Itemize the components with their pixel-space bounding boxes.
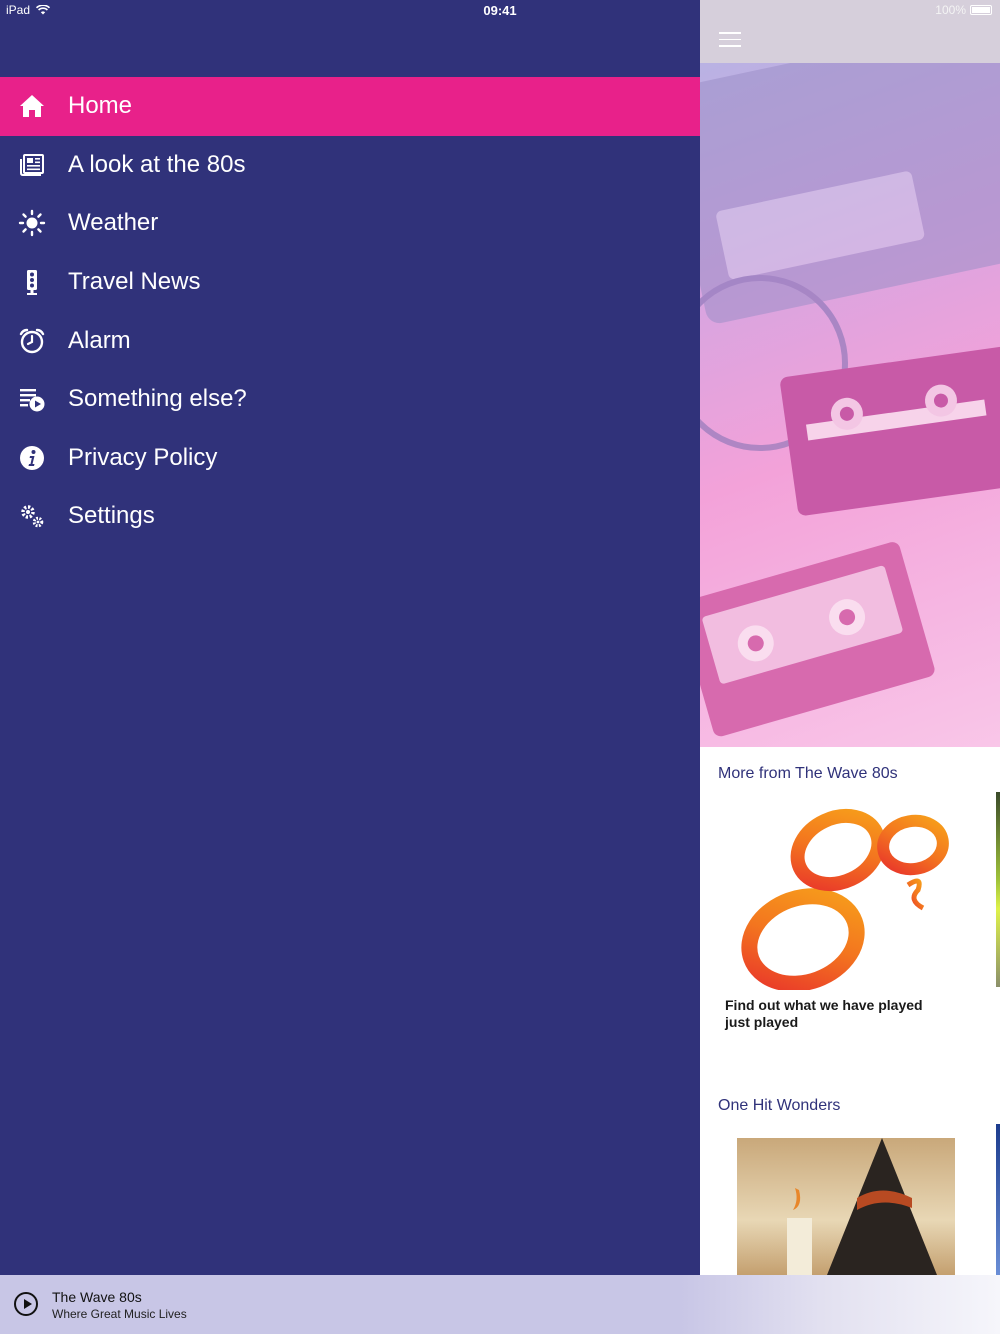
card-80s-logo[interactable] <box>718 790 968 992</box>
navigation-drawer: Home A look at the 80s Weather Travel Ne… <box>0 0 700 1275</box>
menu-item-label: Settings <box>68 502 155 530</box>
menu-item-something-else[interactable]: Something else? <box>0 370 700 429</box>
80s-logo-image <box>741 808 949 992</box>
menu-item-weather[interactable]: Weather <box>0 194 700 253</box>
menu-item-label: Alarm <box>68 326 131 354</box>
info-icon <box>0 444 68 472</box>
main-content: More from The Wave 80s Find out what we … <box>700 0 1000 1275</box>
menu-item-home[interactable]: Home <box>0 77 700 136</box>
card-caption: Find out what we have played just played <box>725 997 923 1030</box>
menu-toggle-icon[interactable] <box>719 32 741 48</box>
station-name: The Wave 80s <box>52 1289 142 1305</box>
alarm-clock-icon <box>0 327 68 355</box>
status-right: 100% <box>935 3 992 17</box>
menu-item-label: Something else? <box>68 385 247 413</box>
menu-item-privacy-policy[interactable]: Privacy Policy <box>0 429 700 488</box>
cassette-illustration <box>700 63 1000 737</box>
section-title-one-hit-wonders: One Hit Wonders <box>718 1097 841 1114</box>
traffic-light-icon <box>0 268 68 296</box>
menu-item-settings[interactable]: Settings <box>0 487 700 546</box>
play-icon[interactable] <box>14 1292 38 1316</box>
station-tagline: Where Great Music Lives <box>52 1307 187 1321</box>
menu-item-label: Home <box>68 92 133 120</box>
sun-icon <box>0 209 68 237</box>
menu-item-label: A look at the 80s <box>68 150 246 178</box>
menu-item-alarm[interactable]: Alarm <box>0 311 700 370</box>
playlist-icon <box>0 385 68 413</box>
gears-icon <box>0 502 68 530</box>
section-title-more: More from The Wave 80s <box>718 765 898 782</box>
news-icon <box>0 151 68 179</box>
next-album-peek <box>996 1124 1000 1275</box>
hero-image <box>700 63 1000 747</box>
battery-icon <box>970 5 992 15</box>
menu-item-travel-news[interactable]: Travel News <box>0 253 700 312</box>
menu-item-label: Privacy Policy <box>68 443 218 471</box>
menu-item-label: Travel News <box>68 268 201 296</box>
now-playing-bar: The Wave 80s Where Great Music Lives <box>0 1275 1000 1334</box>
status-time: 09:41 <box>483 3 517 18</box>
album-art-image <box>787 1138 937 1275</box>
next-card-peek <box>996 792 1000 987</box>
drawer-menu: Home A look at the 80s Weather Travel Ne… <box>0 77 700 546</box>
home-icon <box>0 92 68 120</box>
status-bar: iPad 09:41 100% <box>0 0 1000 22</box>
battery-percent: 100% <box>935 3 966 17</box>
menu-item-80s[interactable]: A look at the 80s <box>0 136 700 195</box>
menu-item-label: Weather <box>68 209 159 237</box>
card-one-hit-wonders[interactable] <box>737 1138 955 1275</box>
